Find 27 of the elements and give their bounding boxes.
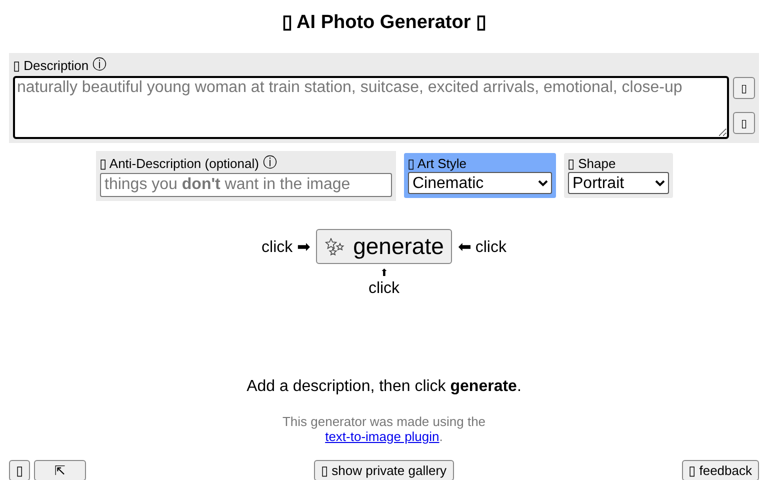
page-title: ▯ AI Photo Generator ▯ — [282, 11, 486, 35]
anti-description-label: ▯ Anti-Description (optional) — [100, 156, 259, 170]
shape-select[interactable]: Portrait — [568, 172, 668, 194]
info-icon[interactable]: ⓘ — [262, 154, 277, 172]
art-style-label: ▯ Art Style — [408, 156, 468, 171]
anti-description-field[interactable]: things you don't want in the image — [100, 173, 392, 197]
click-hint: click — [368, 280, 400, 298]
instruction-message: Add a description, then click generate. — [246, 378, 522, 396]
info-icon[interactable]: ⓘ — [92, 56, 107, 74]
footer-button[interactable]: ▯ — [9, 460, 30, 480]
arrow-up-icon: ⬆ — [380, 268, 388, 280]
plugin-link[interactable]: text-to-image plugin — [325, 429, 440, 444]
sparkle-icon — [325, 238, 346, 256]
feedback-button[interactable]: ▯ feedback — [682, 460, 759, 480]
shape-label: ▯ Shape — [568, 156, 617, 171]
side-button[interactable]: ▯ — [733, 112, 755, 134]
side-button[interactable]: ▯ — [733, 77, 755, 99]
click-hint: ⬅ click — [458, 238, 506, 256]
private-gallery-button[interactable]: ▯ show private gallery — [314, 460, 454, 480]
click-hint: click ➡ — [262, 238, 310, 256]
footer-button[interactable]: ⇱ — [34, 460, 86, 480]
period-text: . — [439, 429, 443, 444]
credit-text: This generator was made using the — [282, 414, 486, 429]
generate-button[interactable]: generate — [316, 229, 452, 264]
art-style-select[interactable]: Cinematic — [408, 172, 552, 194]
description-label: ▯ Description — [13, 58, 89, 72]
description-field[interactable]: naturally beautiful young woman at train station, suitcase, excited arrivals, emotional, close-up — [13, 76, 729, 139]
